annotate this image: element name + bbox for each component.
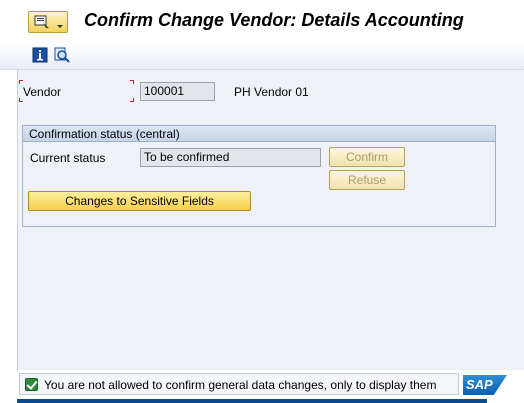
changes-to-sensitive-fields-button[interactable]: Changes to Sensitive Fields [28,191,251,211]
menu-icon [34,15,49,28]
system-menu-button[interactable] [28,11,68,33]
confirm-button[interactable]: Confirm [329,147,405,167]
vendor-name: PH Vendor 01 [234,85,309,99]
find-icon[interactable] [54,47,70,63]
bottom-divider [17,399,487,403]
application-toolbar [0,40,524,70]
page-title: Confirm Change Vendor: Details Accountin… [84,10,464,30]
refuse-button[interactable]: Refuse [329,170,405,190]
title-bar: Confirm Change Vendor: Details Accountin… [0,0,524,40]
status-message-box[interactable]: You are not allowed to confirm general d… [19,373,459,395]
vendor-label-box: Vendor [19,80,134,102]
current-status-field: To be confirmed [140,148,321,167]
required-corner [130,80,134,84]
info-icon[interactable] [32,47,48,63]
sap-logo-text: SAP [466,377,493,392]
confirmation-status-group: Confirmation status (central) [22,125,496,227]
group-header: Confirmation status (central) [23,126,495,142]
vendor-label: Vendor [23,85,62,99]
vendor-field[interactable]: 100001 [140,82,215,101]
group-title: Confirmation status (central) [29,127,180,141]
current-status-label: Current status [30,151,106,165]
required-corner [19,80,23,84]
chevron-down-icon [57,25,63,28]
status-message: You are not allowed to confirm general d… [44,378,437,392]
required-corner [130,98,134,102]
sap-logo: SAP [463,375,507,395]
success-check-icon [25,378,38,391]
